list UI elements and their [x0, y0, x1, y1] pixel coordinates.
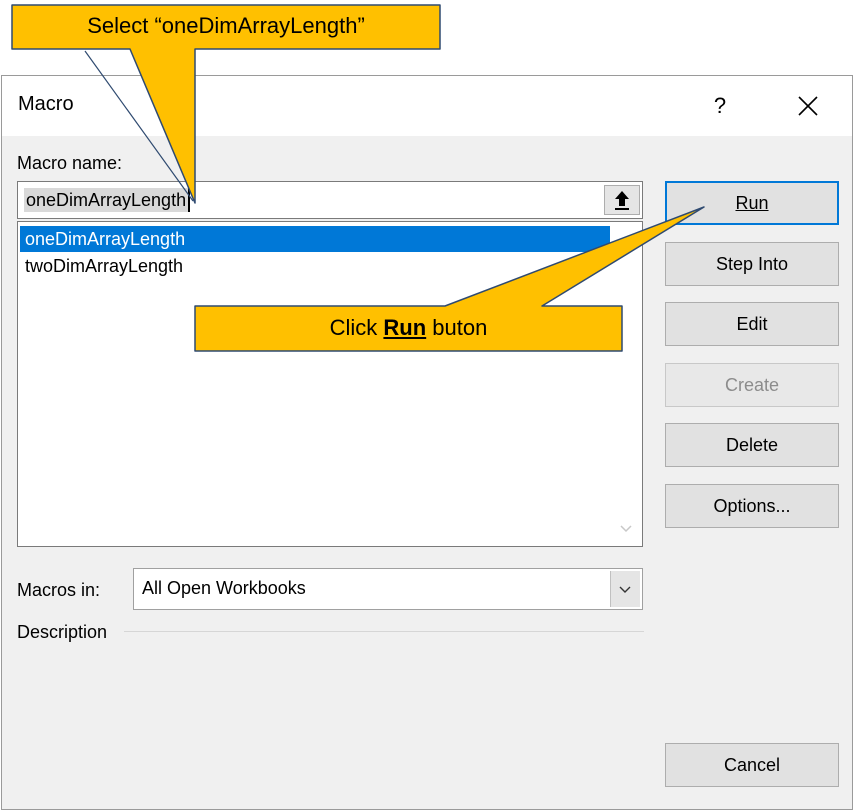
options-button-label: Options... — [713, 496, 791, 516]
macros-in-value: All Open Workbooks — [142, 578, 306, 598]
edit-button-label: Edit — [736, 314, 768, 334]
select-callout-text: Select “oneDimArrayLength” — [87, 13, 365, 38]
run-callout-suffix: buton — [426, 315, 488, 340]
scroll-down-icon[interactable] — [616, 518, 636, 538]
run-button-label: Run — [735, 193, 769, 213]
cancel-button[interactable]: Cancel — [665, 743, 839, 787]
delete-button[interactable]: Delete — [665, 423, 839, 467]
description-label: Description — [17, 622, 108, 642]
macros-in-select[interactable]: All Open Workbooks — [133, 568, 643, 610]
scroll-up-icon[interactable] — [616, 230, 636, 250]
browse-button[interactable] — [604, 185, 640, 215]
list-item-twodimarraylength[interactable]: twoDimArrayLength — [20, 253, 610, 279]
run-callout-bold: Run — [383, 315, 427, 340]
step-into-button[interactable]: Step Into — [665, 242, 839, 286]
upload-arrow-icon — [615, 191, 629, 210]
delete-button-label: Delete — [725, 435, 779, 455]
options-button[interactable]: Options... — [665, 484, 839, 528]
dropdown-button[interactable] — [610, 571, 640, 607]
macro-list[interactable]: oneDimArrayLength twoDimArrayLength — [17, 221, 643, 547]
close-button[interactable] — [788, 86, 828, 126]
macro-name-input[interactable]: oneDimArrayLength — [17, 181, 643, 219]
edit-button[interactable]: Edit — [665, 302, 839, 346]
create-button[interactable]: Create — [665, 363, 839, 407]
chevron-down-icon — [619, 586, 631, 593]
run-callout-prefix: Click — [329, 315, 384, 340]
help-button[interactable]: ? — [702, 86, 738, 126]
cancel-button-label: Cancel — [723, 755, 781, 775]
run-callout-text: Click Run buton — [195, 315, 622, 341]
macros-in-label: Macros in: — [17, 580, 101, 600]
close-icon — [798, 96, 818, 116]
macro-dialog: Macro ? Macro name: oneDimArrayLength on… — [1, 75, 853, 810]
run-button[interactable]: Run — [665, 181, 839, 225]
step-into-button-label: Step Into — [715, 254, 789, 274]
description-divider — [124, 631, 644, 632]
macro-name-label: Macro name: — [17, 153, 123, 173]
list-item-onedimarraylength[interactable]: oneDimArrayLength — [20, 226, 610, 252]
dialog-title: Macro — [18, 93, 74, 115]
macro-name-value: oneDimArrayLength — [24, 188, 191, 212]
create-button-label: Create — [724, 375, 780, 395]
title-bar: Macro ? — [2, 76, 852, 136]
